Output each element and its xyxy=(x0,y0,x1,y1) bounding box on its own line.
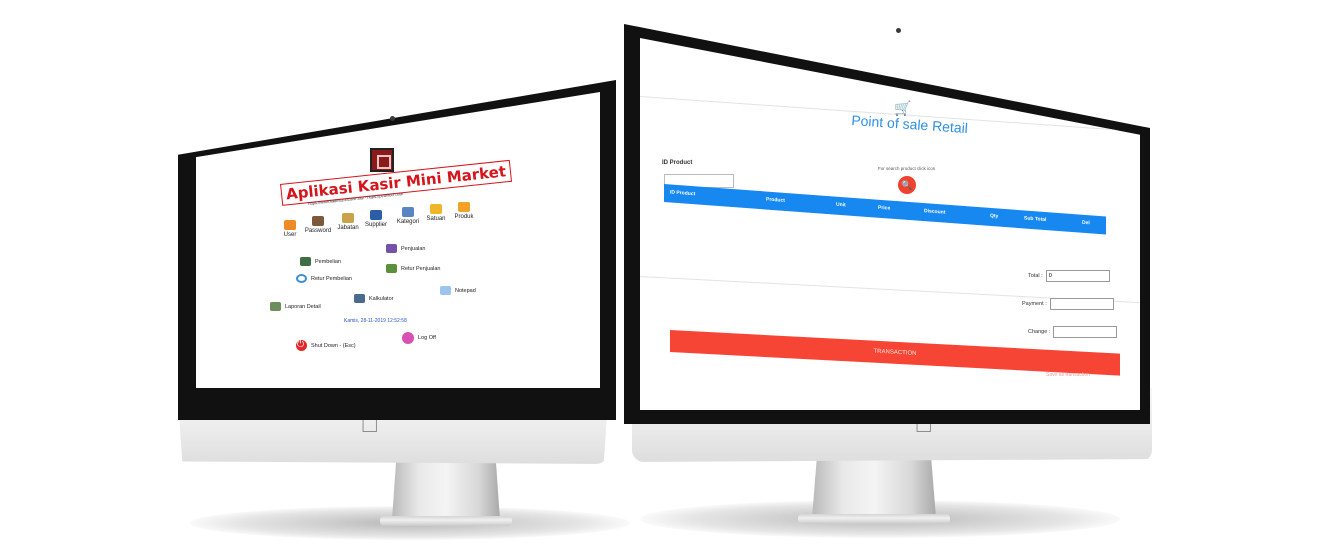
refresh-icon xyxy=(296,274,307,283)
payment-row: Payment : xyxy=(1022,298,1114,310)
box-icon xyxy=(430,204,442,214)
app-title: Aplikasi Kasir Mini Market xyxy=(280,159,512,206)
menu-kategori[interactable]: Kategori xyxy=(394,207,422,225)
shutdown-button[interactable]: Shut Down - (Esc) xyxy=(296,339,356,351)
right-monitor-stand xyxy=(812,456,936,518)
payment-field[interactable] xyxy=(1049,298,1114,310)
menu-password[interactable]: Password xyxy=(304,216,332,234)
left-monitor-base xyxy=(380,516,512,526)
pos-app-screen: 🛒 Point of sale Retail ID Product For se… xyxy=(640,38,1140,410)
datetime-display: Kamis, 28-11-2019 12:52:58 xyxy=(344,318,407,324)
col-qty: Qty xyxy=(990,212,999,220)
menu-produk[interactable]: Produk xyxy=(450,202,478,220)
menu-satuan[interactable]: Satuan xyxy=(422,204,450,222)
right-camera-icon xyxy=(896,28,901,33)
left-app-screen: Aplikasi Kasir Mini Market https://www.h… xyxy=(196,92,600,388)
menu-notepad[interactable]: Notepad xyxy=(440,286,476,295)
package-icon xyxy=(458,202,470,212)
transaction-footnote: Save as transaction xyxy=(1046,372,1090,378)
logoff-button[interactable]: Log Off xyxy=(402,332,436,344)
payment-label: Payment : xyxy=(1022,301,1047,307)
product-table-header: ID Product Product Unit Price Discount Q… xyxy=(664,184,1106,235)
search-product-button[interactable]: 🔍 xyxy=(898,176,916,194)
cash-register-icon xyxy=(300,257,311,266)
col-id-product: ID Product xyxy=(670,189,696,198)
person-icon xyxy=(370,210,382,220)
pos-title: Point of sale Retail xyxy=(850,112,969,137)
menu-pembelian[interactable]: Pembelian xyxy=(300,257,341,266)
total-label: Total : xyxy=(1028,273,1043,279)
change-field[interactable] xyxy=(1053,326,1118,338)
badge-icon xyxy=(342,213,354,223)
shop-icon xyxy=(386,244,397,253)
menu-supplier[interactable]: Supplier xyxy=(362,210,390,228)
col-unit: Unit xyxy=(836,201,846,209)
menu-retur-penjualan[interactable]: Retur Penjualan xyxy=(386,264,440,273)
right-monitor-base xyxy=(798,514,950,524)
menu-laporan[interactable]: Laporan Detail xyxy=(270,302,321,311)
col-sub-total: Sub Total xyxy=(1024,215,1047,224)
notepad-icon xyxy=(440,286,451,295)
change-label: Change : xyxy=(1028,329,1051,335)
left-camera-icon xyxy=(390,116,395,121)
col-price: Price xyxy=(878,204,891,212)
menu-jabatan[interactable]: Jabatan xyxy=(334,213,362,231)
menu-penjualan[interactable]: Penjualan xyxy=(386,244,425,253)
calculator-icon xyxy=(354,294,365,303)
tag-icon xyxy=(402,207,414,217)
menu-kalkulator[interactable]: Kalkulator xyxy=(354,294,393,303)
menu-user[interactable]: User xyxy=(276,220,304,238)
user-icon xyxy=(284,220,296,230)
id-product-label: ID Product xyxy=(662,160,693,166)
landscape-icon xyxy=(386,264,397,273)
col-discount: Discount xyxy=(924,208,946,216)
col-product: Product xyxy=(766,196,785,204)
total-row: Total : 0 xyxy=(1028,270,1110,282)
key-icon xyxy=(312,216,324,226)
col-del: Del xyxy=(1082,219,1090,227)
left-monitor-stand xyxy=(392,458,500,520)
fingerprint-icon xyxy=(402,332,414,344)
menu-retur-pembelian[interactable]: Retur Pembelian xyxy=(296,274,352,283)
app-logo-icon xyxy=(370,148,394,172)
power-icon xyxy=(296,339,307,351)
report-icon xyxy=(270,302,281,311)
total-field[interactable]: 0 xyxy=(1045,270,1110,282)
change-row: Change : xyxy=(1028,326,1118,338)
search-hint: For search product click icon xyxy=(878,166,936,171)
